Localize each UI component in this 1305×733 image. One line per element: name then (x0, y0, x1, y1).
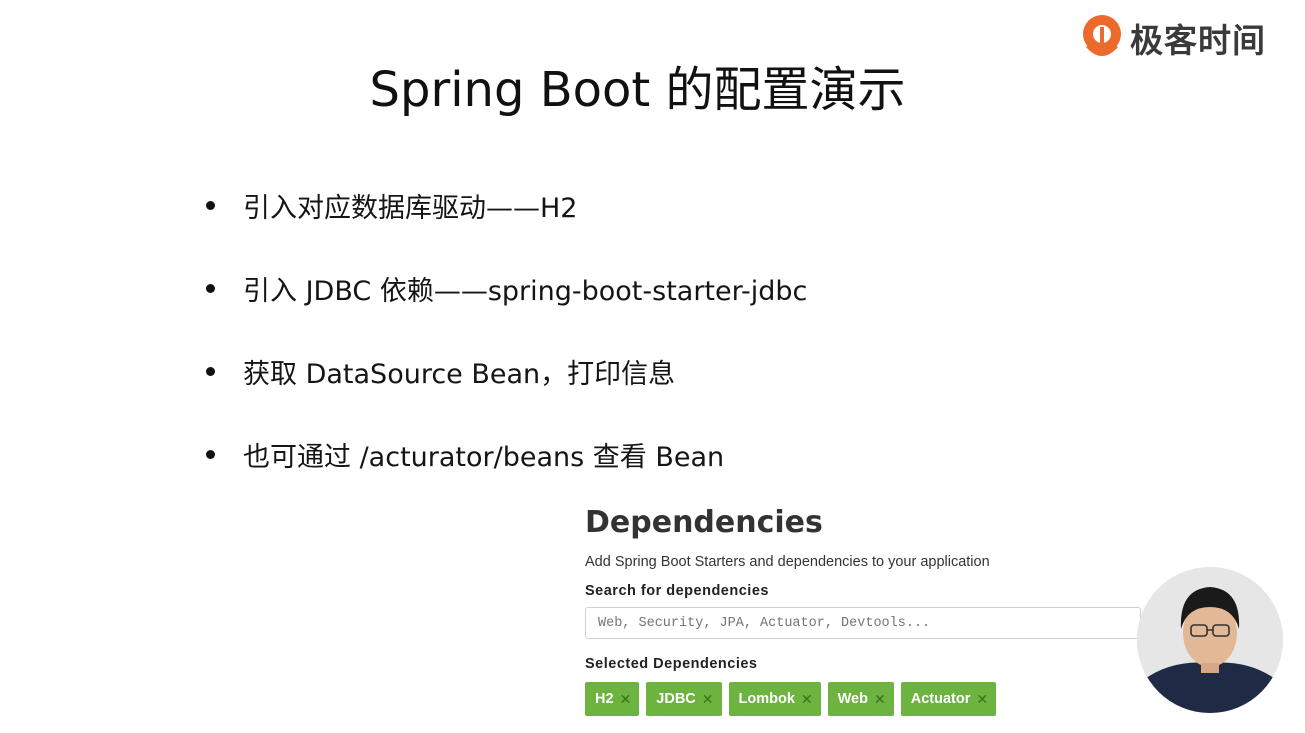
remove-icon[interactable]: ✕ (976, 691, 988, 708)
chip-label: Web (837, 691, 868, 707)
presenter-webcam (1137, 567, 1283, 713)
slide-title: Spring Boot 的配置演示 (369, 62, 906, 118)
selected-dependencies-list: H2 ✕ JDBC ✕ Lombok ✕ Web ✕ Actuator ✕ (585, 682, 1165, 716)
bullet-text: 也可通过 /acturator/beans 查看 Bean (243, 441, 725, 473)
dependency-chip-actuator: Actuator ✕ (900, 682, 997, 716)
remove-icon[interactable]: ✕ (801, 691, 813, 708)
bullet-item: 引入 JDBC 依赖——spring-boot-starter-jdbc (200, 261, 807, 315)
dependency-chip-lombok: Lombok ✕ (728, 682, 821, 716)
bullet-dot-icon (206, 449, 215, 459)
search-label: Search for dependencies (585, 583, 769, 599)
dependency-chip-web: Web ✕ (827, 682, 894, 716)
chip-label: Lombok (738, 691, 795, 707)
bullet-item: 引入对应数据库驱动——H2 (200, 178, 807, 232)
chip-label: JDBC (656, 691, 696, 707)
dependencies-title: Dependencies (585, 505, 823, 540)
chip-label: H2 (595, 691, 614, 707)
dependency-chip-h2: H2 ✕ (585, 682, 640, 716)
selected-dependencies-label: Selected Dependencies (585, 656, 758, 672)
bullet-text: 获取 DataSource Bean，打印信息 (243, 358, 676, 390)
dependency-chip-jdbc: JDBC ✕ (646, 682, 722, 716)
bullet-dot-icon (206, 283, 215, 293)
chip-label: Actuator (910, 691, 971, 707)
dependencies-panel: Dependencies Add Spring Boot Starters an… (585, 505, 1165, 716)
remove-icon[interactable]: ✕ (702, 691, 714, 708)
bullet-list: 引入对应数据库驱动——H2 引入 JDBC 依赖——spring-boot-st… (200, 178, 807, 510)
bullet-text: 引入对应数据库驱动——H2 (243, 192, 578, 224)
remove-icon[interactable]: ✕ (620, 691, 632, 708)
remove-icon[interactable]: ✕ (874, 691, 886, 708)
dependency-search-input[interactable] (585, 607, 1141, 639)
bullet-item: 也可通过 /acturator/beans 查看 Bean (200, 427, 807, 481)
bullet-dot-icon (206, 366, 215, 376)
bullet-text: 引入 JDBC 依赖——spring-boot-starter-jdbc (243, 275, 808, 307)
bullet-dot-icon (206, 200, 215, 210)
presenter-avatar-icon (1137, 567, 1283, 713)
bullet-item: 获取 DataSource Bean，打印信息 (200, 344, 807, 398)
dependencies-subtitle: Add Spring Boot Starters and dependencie… (585, 554, 990, 570)
